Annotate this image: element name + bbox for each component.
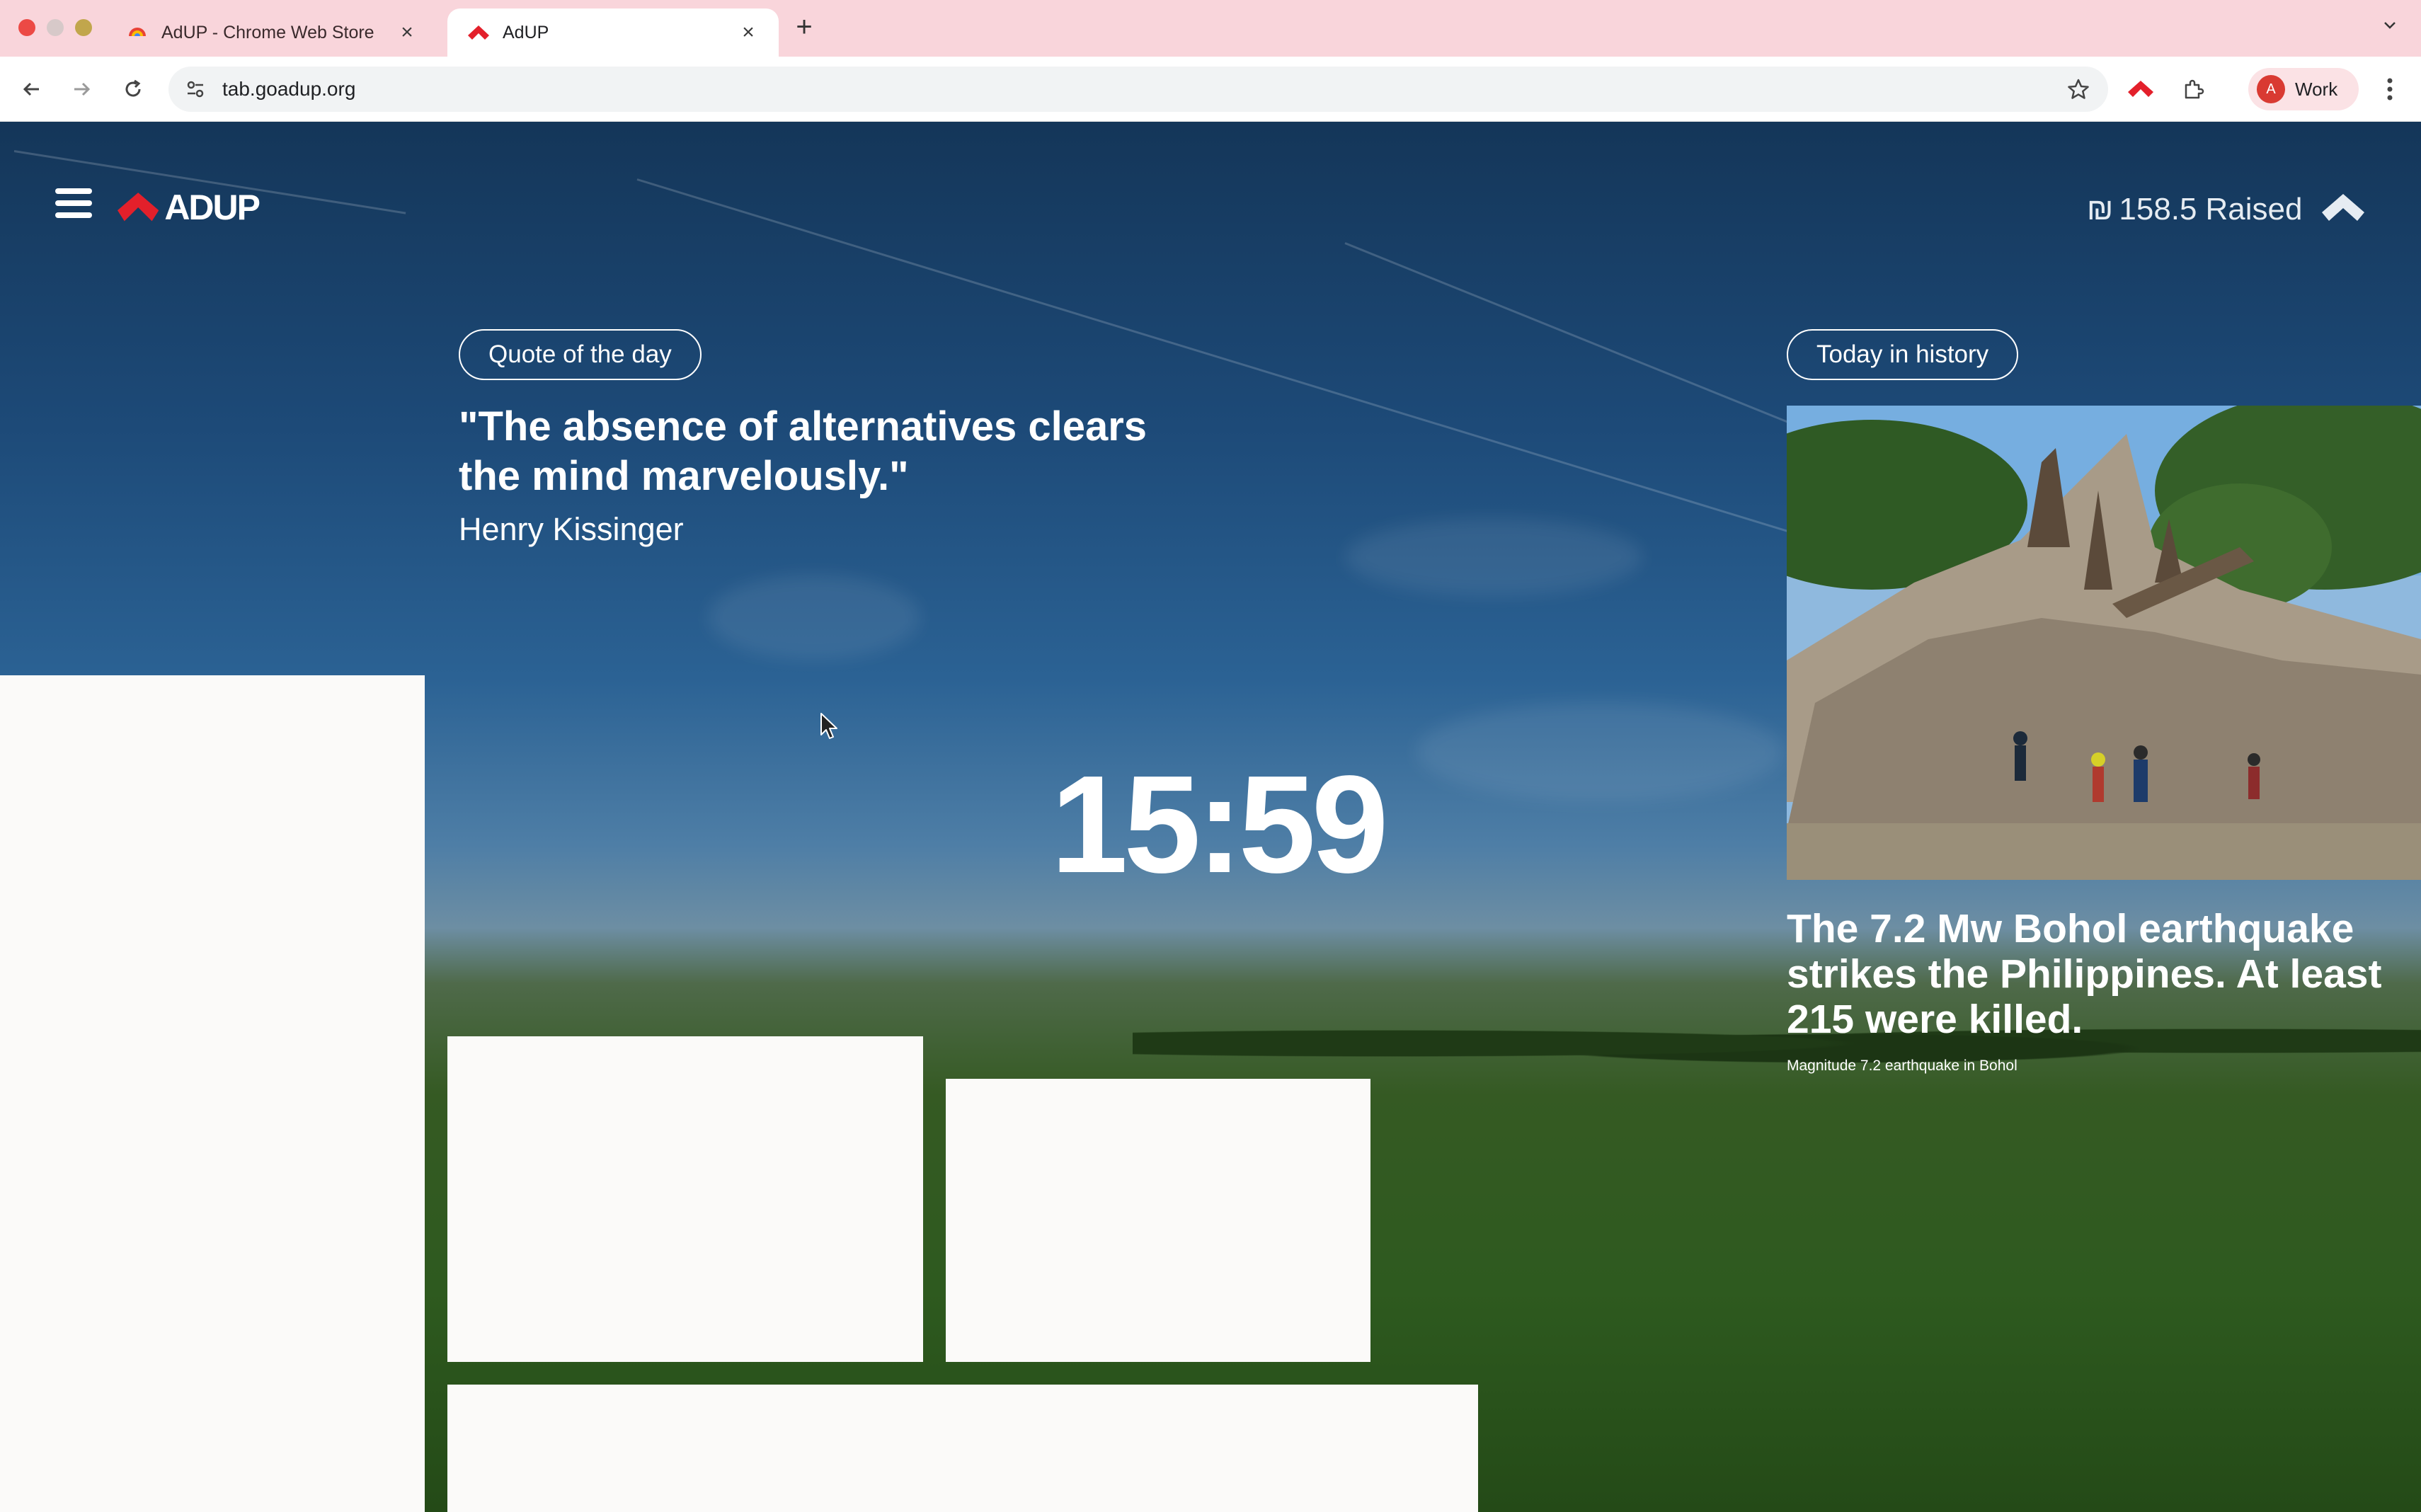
back-arrow-icon[interactable]	[14, 72, 48, 106]
adup-logo-icon	[467, 21, 490, 44]
cloud-decoration	[708, 575, 920, 660]
close-tab-icon[interactable]: ×	[738, 21, 759, 45]
close-window-button[interactable]	[18, 19, 35, 36]
ad-slot-center-1[interactable]	[447, 1036, 923, 1362]
raised-counter[interactable]: ₪ 158.5 Raised	[2087, 188, 2365, 231]
adup-raised-icon	[2322, 194, 2365, 221]
maximize-window-button[interactable]	[75, 19, 92, 36]
raised-amount: 158.5	[2119, 192, 2197, 227]
raised-label: Raised	[2205, 192, 2303, 227]
menu-hamburger-icon[interactable]	[55, 188, 92, 224]
avatar: A	[2257, 75, 2285, 103]
tab-chrome-web-store[interactable]: AdUP - Chrome Web Store ×	[106, 8, 437, 57]
forward-arrow-icon[interactable]	[65, 72, 99, 106]
quote-text: "The absence of alternatives clears the …	[459, 403, 1147, 499]
adup-extension-icon[interactable]	[2124, 72, 2158, 106]
site-info-icon[interactable]	[181, 75, 210, 103]
tab-title: AdUP	[503, 22, 549, 42]
profile-chip[interactable]: A Work	[2248, 68, 2359, 110]
ad-slot-left[interactable]	[0, 675, 425, 1512]
url-text: tab.goadup.org	[222, 78, 356, 100]
bookmark-star-icon[interactable]	[2064, 75, 2093, 103]
browser-toolbar: tab.goadup.org A Work	[0, 57, 2421, 122]
history-photo[interactable]	[1787, 406, 2421, 880]
adup-logo-icon	[118, 193, 159, 222]
tab-search-chevron-icon[interactable]	[2376, 16, 2404, 41]
tab-strip: AdUP - Chrome Web Store × AdUP × +	[0, 0, 2421, 57]
clock: 15:59	[1051, 747, 1388, 902]
chrome-web-store-icon	[126, 21, 149, 44]
tab-title: AdUP - Chrome Web Store	[161, 22, 374, 42]
cloud-decoration	[1416, 702, 1784, 801]
currency-symbol: ₪	[2087, 192, 2114, 227]
minimize-window-button[interactable]	[47, 19, 64, 36]
history-caption: Magnitude 7.2 earthquake in Bohol	[1787, 1058, 2018, 1074]
extensions-puzzle-icon[interactable]	[2176, 72, 2210, 106]
adup-logo[interactable]: ADUP	[118, 184, 261, 231]
address-bar[interactable]: tab.goadup.org	[168, 67, 2108, 112]
quote-author: Henry Kissinger	[459, 511, 684, 547]
more-menu-icon[interactable]	[2376, 75, 2404, 103]
mouse-cursor-icon	[820, 713, 837, 739]
new-tab-button[interactable]: +	[790, 10, 818, 44]
close-tab-icon[interactable]: ×	[396, 21, 418, 45]
brand-wordmark: ADUP	[164, 188, 261, 227]
ad-slot-center-2[interactable]	[946, 1079, 1370, 1362]
ad-slot-bottom[interactable]	[447, 1385, 1478, 1512]
new-tab-page: ADUP ₪ 158.5 Raised Quote of the day "Th…	[0, 122, 2421, 1512]
quote-of-the-day-pill[interactable]: Quote of the day	[459, 329, 702, 380]
tab-adup[interactable]: AdUP ×	[447, 8, 779, 57]
history-headline[interactable]: The 7.2 Mw Bohol earthquake strikes the …	[1787, 906, 2410, 1042]
reload-icon[interactable]	[116, 72, 150, 106]
today-in-history-pill[interactable]: Today in history	[1787, 329, 2019, 380]
cloud-decoration	[1345, 518, 1642, 596]
profile-label: Work	[2295, 78, 2338, 100]
